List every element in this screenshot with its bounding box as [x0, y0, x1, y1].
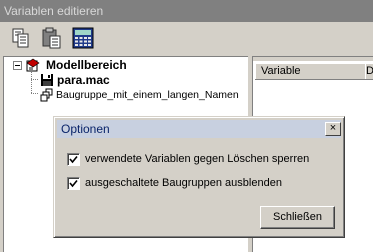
model-area-icon	[26, 58, 40, 72]
tree-node-label: Modellbereich	[46, 58, 127, 72]
checkmark-icon	[69, 179, 78, 188]
column-header-de[interactable]: De	[365, 63, 373, 80]
paste-icon	[42, 27, 61, 49]
panel-top-border	[253, 57, 373, 61]
assembly-icon	[40, 88, 54, 102]
checkmark-icon	[69, 155, 78, 164]
collapse-toggle[interactable]	[13, 61, 22, 70]
checkbox-label: verwendete Variablen gegen Löschen sperr…	[85, 153, 310, 165]
options-dialog: Optionen × verwendete Variablen gegen Lö…	[53, 116, 345, 238]
checkbox-label: ausgeschaltete Baugruppen ausblenden	[85, 177, 282, 189]
checkbox-lock-used-variables[interactable]	[67, 153, 80, 166]
column-header-variable[interactable]: Variable	[255, 63, 371, 80]
close-button[interactable]: Schließen	[260, 206, 335, 229]
tree-node-label: para.mac	[57, 73, 110, 87]
dialog-title: Optionen	[61, 122, 110, 136]
paste-button[interactable]	[40, 26, 64, 50]
floppy-disk-icon	[40, 73, 54, 87]
calculator-icon	[72, 27, 94, 49]
window-title: Variablen editieren	[0, 0, 373, 22]
tree-node-baugruppe[interactable]: Baugruppe_mit_einem_langen_Namen	[4, 87, 249, 103]
tree-node-label: Baugruppe_mit_einem_langen_Namen	[56, 89, 239, 101]
tree-node-para-mac[interactable]: para.mac	[4, 72, 249, 88]
tree-node-modellbereich[interactable]: Modellbereich	[4, 57, 249, 73]
checkbox-hide-disabled-assemblies[interactable]	[67, 177, 80, 190]
copy-icon	[12, 28, 29, 48]
toolbar	[0, 22, 373, 56]
close-icon[interactable]: ×	[325, 122, 341, 136]
calculator-button[interactable]	[71, 26, 95, 50]
dialog-titlebar[interactable]: Optionen ×	[57, 120, 341, 138]
copy-button[interactable]	[9, 26, 33, 50]
